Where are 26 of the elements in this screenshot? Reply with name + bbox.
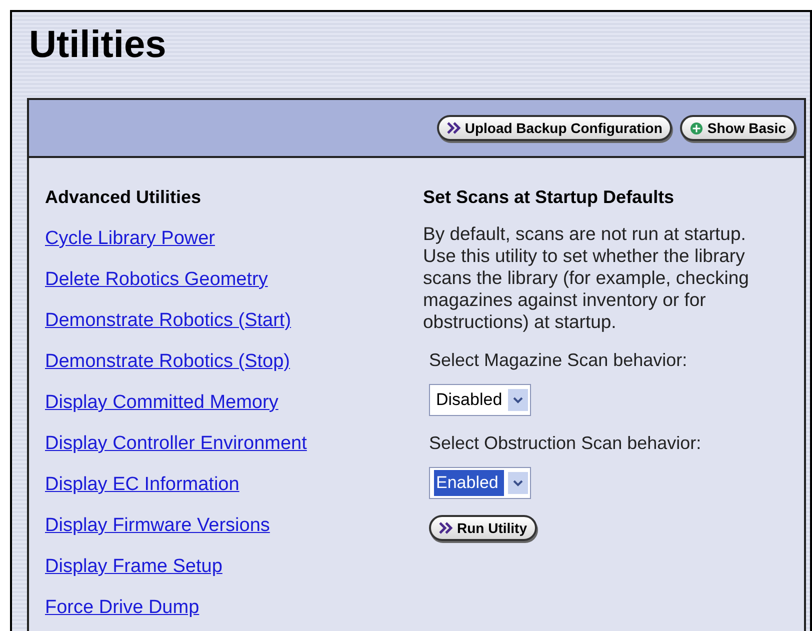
utility-link[interactable]: Demonstrate Robotics (Stop) (45, 348, 290, 376)
run-utility-button[interactable]: Run Utility (429, 515, 537, 541)
utility-link[interactable]: Display Committed Memory (45, 389, 278, 417)
section-heading: Set Scans at Startup Defaults (423, 186, 676, 209)
utility-link[interactable]: Demonstrate Robotics (Start) (45, 307, 292, 335)
utility-link[interactable]: Display EC Information (45, 471, 240, 499)
dropdown[interactable]: Enabled (429, 467, 532, 499)
plus-circle-icon (690, 122, 704, 134)
chevron-down-icon (508, 472, 528, 494)
field-label: Select Magazine Scan behavior: (429, 349, 688, 372)
chevron-down-icon (508, 389, 528, 411)
utility-link[interactable]: Display Frame Setup (45, 553, 222, 581)
utility-link[interactable]: Force Drive Dump (45, 594, 200, 622)
description: By default, scans are not run at startup. Use this utility to set whether the library scans the library (for example, checking magazines against inventory or for obstructions) at startup. (423, 223, 750, 333)
field-label: Select Obstruction Scan behavior: (429, 432, 702, 455)
utility-link[interactable]: Cycle Library Power (45, 225, 215, 253)
double-chevron-icon (446, 122, 461, 134)
utility-link[interactable]: Display Controller Environment (45, 430, 307, 458)
section-heading: Advanced Utilities (45, 186, 202, 209)
dropdown[interactable]: Disabled (429, 384, 532, 416)
utility-link[interactable]: Delete Robotics Geometry (45, 266, 268, 294)
double-chevron-icon (439, 522, 453, 534)
page-title: Utilities (28, 23, 168, 68)
show-basic-button[interactable]: Show Basic (680, 115, 796, 141)
utility-link[interactable]: Display Firmware Versions (45, 512, 270, 540)
upload-button[interactable]: Upload Backup Configuration (436, 115, 672, 141)
